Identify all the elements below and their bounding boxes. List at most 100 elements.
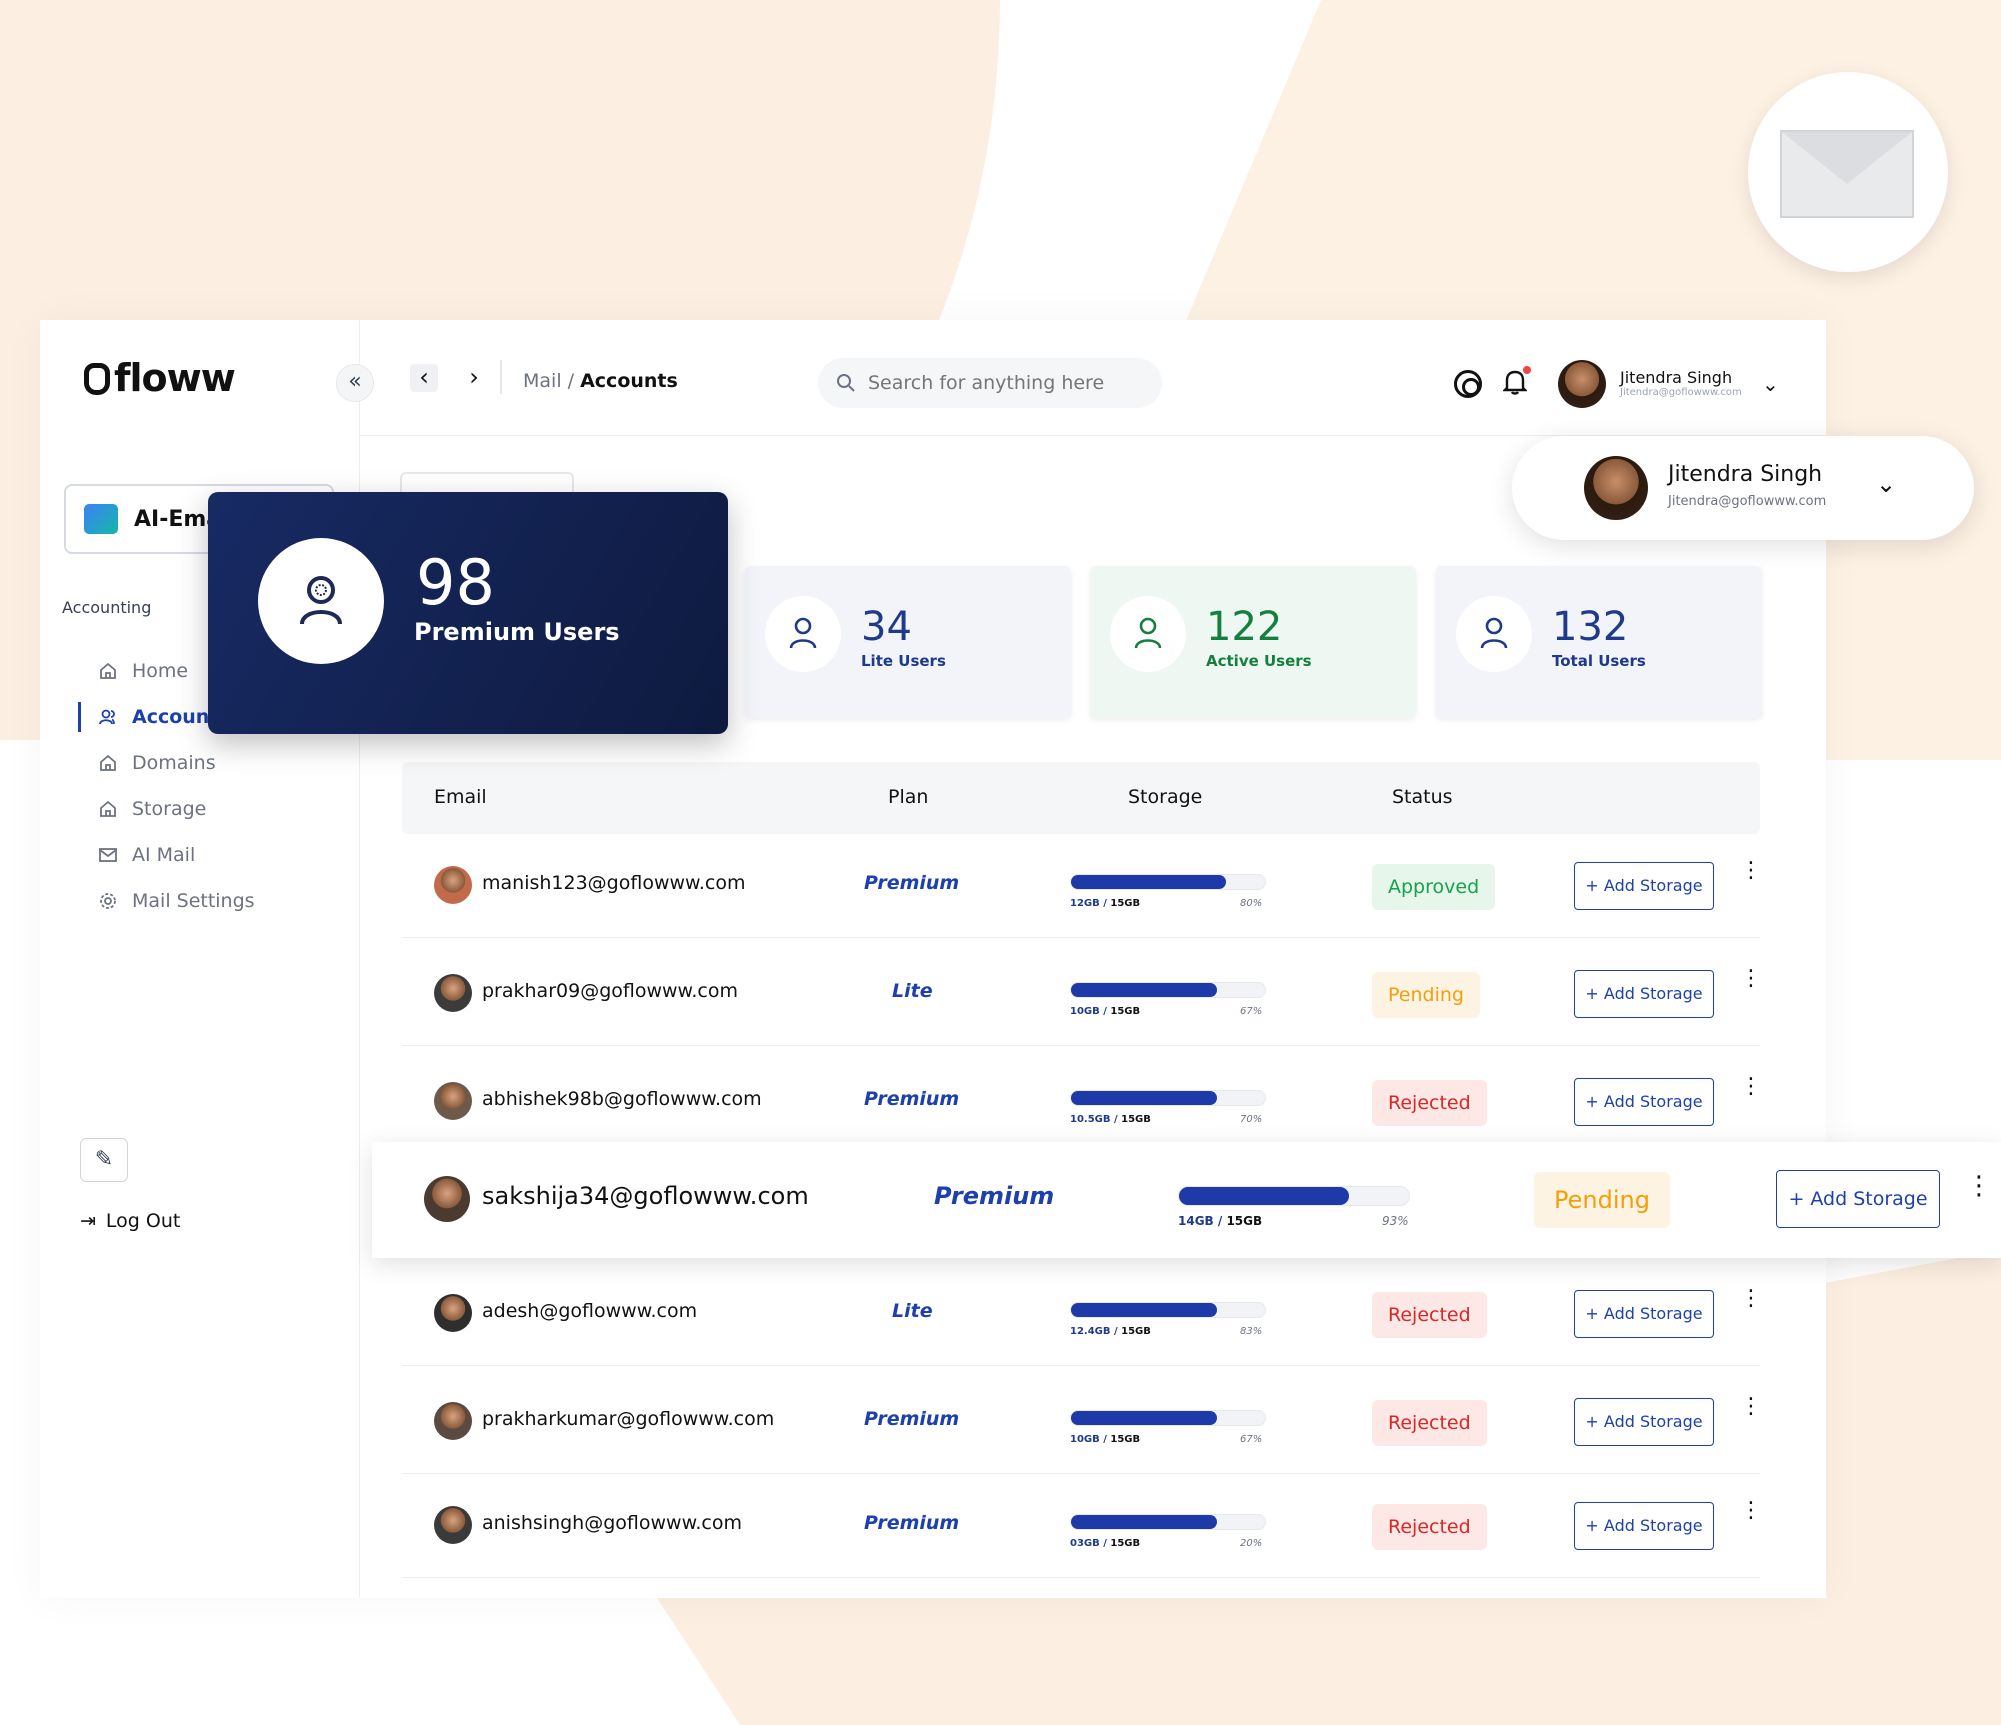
forward-button[interactable]: ›: [460, 364, 488, 392]
storage-progress-fill: [1071, 1303, 1217, 1317]
status-badge: Rejected: [1372, 1292, 1487, 1338]
storage-used: 10GB: [1070, 1434, 1100, 1445]
premium-user-icon: [300, 576, 342, 625]
notification-button[interactable]: [1502, 364, 1533, 403]
avatar: [424, 1176, 470, 1222]
more-options-icon[interactable]: ⋮: [1740, 968, 1762, 990]
table-row[interactable]: prakhar09@goflowww.com Lite 10GB / 15GB 67%…: [402, 940, 1762, 1046]
storage-progress-bar: [1178, 1186, 1410, 1206]
home-icon: [100, 800, 116, 817]
storage-used: 12.4GB: [1070, 1326, 1111, 1337]
user-icon-circle: [1456, 596, 1532, 672]
storage-used: 14GB: [1178, 1214, 1214, 1228]
more-options-icon[interactable]: ⋮: [1740, 1500, 1762, 1522]
color-picker-button[interactable]: ✎: [80, 1138, 128, 1182]
stat-card-lite-users: 34 Lite Users: [745, 566, 1071, 718]
more-options-icon[interactable]: ⋮: [1740, 1076, 1762, 1098]
storage-total: 15GB: [1121, 1114, 1151, 1125]
avatar: [434, 866, 472, 904]
table-header: Email Plan Storage Status: [402, 762, 1760, 834]
breadcrumb-separator: /: [567, 370, 575, 392]
email-cell: abhishek98b@goflowww.com: [482, 1088, 762, 1110]
table-row[interactable]: abhishek98b@goflowww.com Premium 10.5GB / …: [402, 1048, 1762, 1154]
storage-total: 15GB: [1110, 1538, 1141, 1549]
table-row[interactable]: manish123@goflowww.com Premium 12GB / 15GB…: [402, 832, 1762, 938]
storage-progress-bar: [1070, 1514, 1266, 1530]
history-nav: ‹ ›: [410, 364, 488, 392]
add-storage-button[interactable]: + Add Storage: [1574, 1290, 1714, 1338]
add-storage-button[interactable]: + Add Storage: [1574, 970, 1714, 1018]
add-storage-button[interactable]: + Add Storage: [1776, 1170, 1940, 1228]
avatar: [434, 1082, 472, 1120]
storage-progress-bar: [1070, 982, 1266, 998]
storage-progress-bar: [1070, 1090, 1266, 1106]
sidebar-item-label: Home: [132, 660, 189, 682]
chevron-down-icon[interactable]: ⌄: [1762, 372, 1779, 396]
logout-label: Log Out: [105, 1210, 181, 1232]
storage-usage: 03GB / 15GB: [1070, 1538, 1141, 1549]
email-cell: sakshija34@goflowww.com: [482, 1182, 809, 1210]
storage-percent: 70%: [1240, 1114, 1263, 1125]
storage-total: 15GB: [1121, 1326, 1151, 1337]
user-email: Jitendra@goflowww.com: [1668, 494, 1827, 509]
table-row[interactable]: adesh@goflowww.com Lite 12.4GB / 15GB 83% Re…: [402, 1260, 1762, 1366]
more-options-icon[interactable]: ⋮: [1966, 1173, 1992, 1199]
add-storage-button[interactable]: + Add Storage: [1574, 1502, 1714, 1550]
divider: [500, 360, 502, 394]
stat-card-premium-users: 98 Premium Users: [208, 492, 728, 734]
topbar: ‹ › Mail / Accounts Jitendra Singh Jiten…: [360, 320, 1826, 436]
logo[interactable]: floww: [84, 356, 236, 400]
user-icon-circle: [765, 596, 841, 672]
add-storage-button[interactable]: + Add Storage: [1574, 1398, 1714, 1446]
search-input[interactable]: [868, 372, 1128, 394]
logout-icon: ⇥: [80, 1210, 96, 1232]
sidebar-item-mail-settings[interactable]: Mail Settings: [84, 878, 324, 924]
user-icon: [99, 709, 115, 725]
home-icon: [100, 662, 116, 679]
user-profile-popup[interactable]: Jitendra Singh Jitendra@goflowww.com ⌄: [1512, 436, 1974, 540]
status-badge: Rejected: [1372, 1080, 1487, 1126]
more-options-icon[interactable]: ⋮: [1740, 1288, 1762, 1310]
storage-progress-bar: [1070, 874, 1266, 890]
storage-percent: 93%: [1382, 1214, 1409, 1228]
table-row[interactable]: sakshija34@goflowww.com Premium 14GB / 15G…: [372, 1142, 2001, 1258]
avatar: [434, 1506, 472, 1544]
table-row[interactable]: anishsingh@goflowww.com Premium 03GB / 15G…: [402, 1472, 1762, 1578]
sidebar-item-ai-mail[interactable]: AI Mail: [84, 832, 324, 878]
column-header-plan: Plan: [888, 786, 929, 808]
search-bar[interactable]: [818, 358, 1162, 408]
storage-usage: 14GB / 15GB: [1178, 1214, 1263, 1228]
search-icon: [837, 374, 855, 392]
more-options-icon[interactable]: ⋮: [1740, 860, 1762, 882]
logout-button[interactable]: ⇥ Log Out: [80, 1210, 180, 1232]
breadcrumb-parent[interactable]: Mail: [523, 370, 562, 392]
plan-cell: Premium: [934, 1182, 1055, 1210]
plan-cell: Premium: [864, 1512, 960, 1534]
storage-progress-fill: [1071, 875, 1226, 889]
email-cell: anishsingh@goflowww.com: [482, 1512, 742, 1534]
user-icon: [1480, 617, 1508, 649]
email-cell: prakharkumar@goflowww.com: [482, 1408, 775, 1430]
avatar: [434, 1294, 472, 1332]
storage-percent: 67%: [1240, 1006, 1263, 1017]
mail-icon: [99, 848, 117, 862]
table-row[interactable]: prakharkumar@goflowww.com Premium 10GB / 1…: [402, 1368, 1762, 1474]
avatar[interactable]: [1558, 360, 1606, 408]
stat-label: Active Users: [1206, 652, 1312, 670]
storage-used: 10GB: [1070, 1006, 1100, 1017]
add-storage-button[interactable]: + Add Storage: [1574, 862, 1714, 910]
breadcrumb-current: Accounts: [580, 370, 678, 392]
mail-bubble: [1748, 72, 1948, 272]
add-storage-button[interactable]: + Add Storage: [1574, 1078, 1714, 1126]
more-options-icon[interactable]: ⋮: [1740, 1396, 1762, 1418]
storage-progress-bar: [1070, 1410, 1266, 1426]
user-info[interactable]: Jitendra Singh Jitendra@goflowww.com: [1620, 368, 1742, 398]
sidebar-item-label: Domains: [132, 752, 216, 774]
chevron-down-icon[interactable]: ⌄: [1876, 470, 1896, 498]
help-icon[interactable]: [1454, 370, 1482, 398]
email-cell: manish123@goflowww.com: [482, 872, 746, 894]
sidebar-item-storage[interactable]: Storage: [84, 786, 324, 832]
sidebar-item-label: Storage: [132, 798, 207, 820]
back-button[interactable]: ‹: [410, 364, 438, 392]
sidebar-item-domains[interactable]: Domains: [84, 740, 324, 786]
